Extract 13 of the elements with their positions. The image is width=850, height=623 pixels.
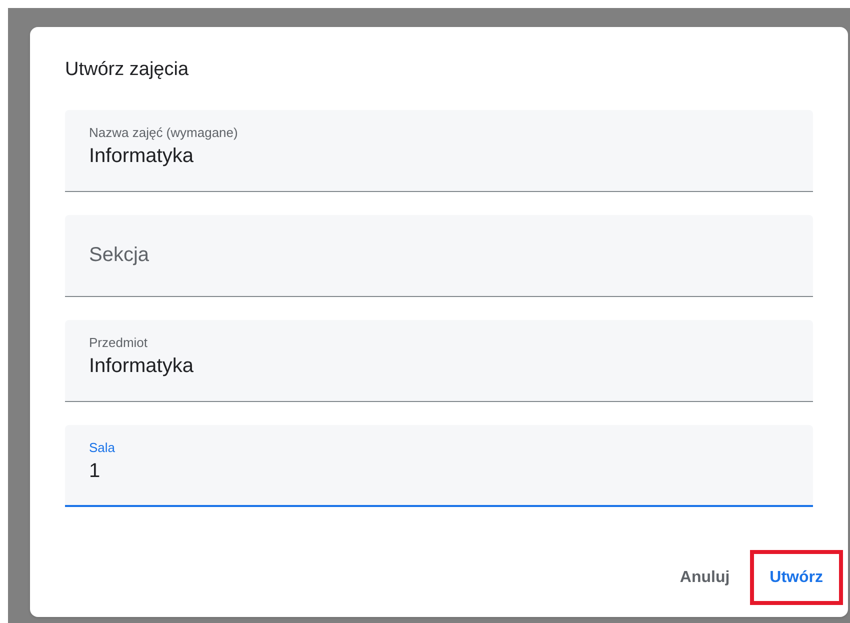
text-field[interactable]: Nazwa zajęć (wymagane) Informatyka	[65, 110, 813, 192]
text-field[interactable]: Przedmiot Informatyka	[65, 320, 813, 402]
create-button[interactable]: Utwórz	[750, 550, 843, 605]
field-value: Informatyka	[89, 352, 789, 380]
field-value: Informatyka	[89, 142, 789, 170]
field-value: 1	[89, 457, 789, 485]
field-label: Nazwa zajęć (wymagane)	[89, 124, 239, 142]
text-field[interactable]: Sekcja	[65, 215, 813, 297]
field-label: Przedmiot	[89, 334, 149, 352]
field-label: Sala	[89, 439, 116, 457]
text-field[interactable]: Sala 1	[65, 425, 813, 507]
cancel-button[interactable]: Anuluj	[670, 550, 740, 605]
dialog-title: Utwórz zajęcia	[65, 58, 189, 82]
